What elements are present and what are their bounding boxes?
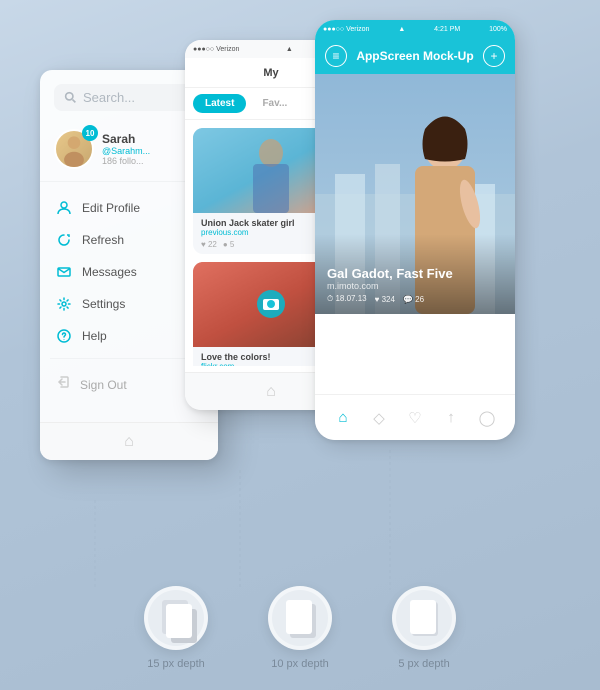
nav-share-icon[interactable]: ↑ — [439, 406, 463, 430]
image-source: m.imoto.com — [327, 281, 503, 291]
profile-info: Sarah @Sarahm... 186 follo... — [102, 132, 150, 166]
right-title: AppScreen Mock-Up — [356, 49, 473, 63]
right-battery: 100% — [489, 26, 507, 33]
image-stats: ⏱ 18.07.13 ♥ 324 💬 26 — [327, 294, 503, 304]
person-icon — [56, 200, 72, 216]
sign-out-label: Sign Out — [80, 378, 127, 392]
depth-section: 15 px depth 10 px depth 5 px depth — [0, 586, 600, 670]
tab-favorites[interactable]: Fav... — [250, 94, 299, 113]
right-title-bar: ≡ AppScreen Mock-Up + — [315, 38, 515, 74]
image-title: Gal Gadot, Fast Five — [327, 266, 503, 281]
tab-latest[interactable]: Latest — [193, 94, 246, 113]
panel-bottom-nav: ⌂ — [40, 422, 218, 460]
refresh-icon — [56, 232, 72, 248]
depth-label-5: 5 px depth — [398, 658, 449, 670]
sign-out-icon — [56, 375, 70, 394]
middle-title: My — [263, 67, 278, 79]
menu-label-help: Help — [82, 329, 107, 343]
depth-item-5: 5 px depth — [392, 586, 456, 670]
image-likes: ♥ 324 — [375, 294, 395, 304]
avatar-badge: 10 — [82, 125, 98, 141]
menu-icon[interactable]: ≡ — [325, 45, 347, 67]
menu-label-refresh: Refresh — [82, 233, 124, 247]
middle-carrier: ●●●○○ Verizon — [193, 46, 239, 53]
menu-label-messages: Messages — [82, 265, 137, 279]
search-bar[interactable]: Search... — [54, 84, 204, 111]
add-icon[interactable]: + — [483, 45, 505, 67]
home-icon-left: ⌂ — [124, 433, 134, 451]
middle-wifi-icon: ▲ — [286, 46, 293, 53]
screens-area: Search... 10 Sarah @Sarahm... 186 follo.… — [30, 20, 570, 520]
search-placeholder: Search... — [83, 90, 135, 105]
right-phone: ●●●○○ Verizon ▲ 4:21 PM 100% ≡ AppScreen… — [315, 20, 515, 440]
profile-username: @Sarahm... — [102, 146, 150, 156]
home-icon-middle: ⌂ — [266, 383, 276, 401]
nav-heart-icon[interactable]: ♡ — [403, 406, 427, 430]
right-carrier: ●●●○○ Verizon — [323, 26, 369, 33]
profile-followers: 186 follo... — [102, 156, 150, 166]
right-time: 4:21 PM — [434, 26, 460, 33]
help-icon — [56, 328, 72, 344]
image-date: ⏱ 18.07.13 — [327, 294, 367, 304]
image-overlay: Gal Gadot, Fast Five m.imoto.com ⏱ 18.07… — [315, 234, 515, 314]
gear-icon — [56, 296, 72, 312]
right-status-bar: ●●●○○ Verizon ▲ 4:21 PM 100% — [315, 20, 515, 38]
depth-label-15: 15 px depth — [147, 658, 205, 670]
depth-circle-15 — [144, 586, 208, 650]
nav-tag-icon[interactable]: ◇ — [367, 406, 391, 430]
post-likes-1: ♥ 22 — [201, 240, 217, 249]
search-icon — [64, 91, 77, 104]
right-wifi-icon: ▲ — [398, 26, 405, 33]
depth-item-10: 10 px depth — [268, 586, 332, 670]
depth-item-15: 15 px depth — [144, 586, 208, 670]
image-comments: 💬 26 — [403, 294, 424, 304]
profile-name: Sarah — [102, 132, 150, 146]
right-main-image: Gal Gadot, Fast Five m.imoto.com ⏱ 18.07… — [315, 74, 515, 314]
right-bottom-nav: ⌂ ◇ ♡ ↑ ◯ — [315, 394, 515, 440]
nav-home-icon[interactable]: ⌂ — [331, 406, 355, 430]
depth-circle-10 — [268, 586, 332, 650]
depth-label-10: 10 px depth — [271, 658, 329, 670]
menu-label-edit-profile: Edit Profile — [82, 201, 140, 215]
depth-circle-5 — [392, 586, 456, 650]
nav-chat-icon[interactable]: ◯ — [475, 406, 499, 430]
mail-icon — [56, 264, 72, 280]
post-comments-1: ● 5 — [223, 240, 235, 249]
avatar-wrap: 10 — [54, 129, 94, 169]
menu-label-settings: Settings — [82, 297, 125, 311]
